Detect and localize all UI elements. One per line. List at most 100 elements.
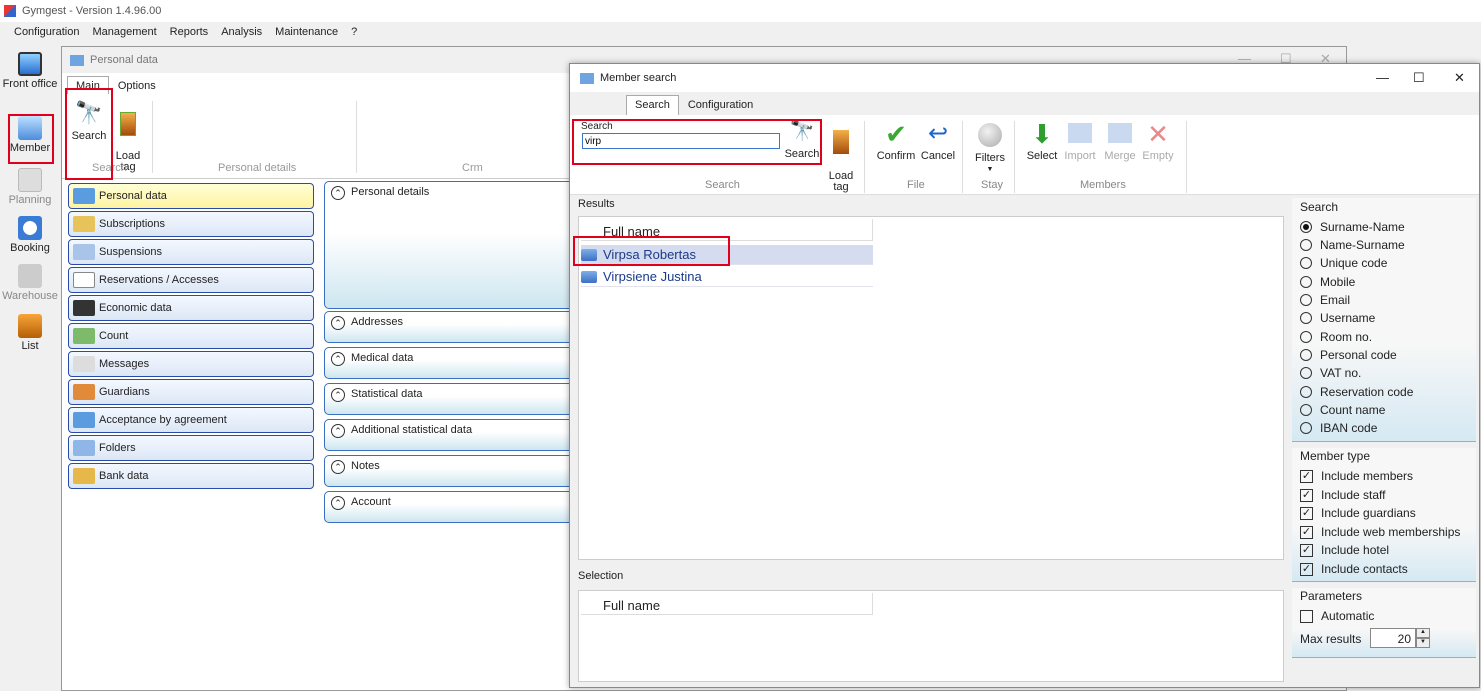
radio-icon <box>1300 422 1312 434</box>
section-notes[interactable]: ⌃ Notes <box>324 455 584 487</box>
selection-list[interactable]: Full name <box>578 590 1284 682</box>
checkbox-empty-icon <box>1300 609 1313 623</box>
nav-personal-data[interactable]: Personal data <box>68 183 314 209</box>
tab-main[interactable]: Main <box>67 76 109 94</box>
radio-personal-code[interactable]: Personal code <box>1300 348 1397 362</box>
search-field-label: Search <box>581 121 613 132</box>
section-medical-data[interactable]: ⌃ Medical data <box>324 347 584 379</box>
launcher-member[interactable]: Member <box>0 116 60 154</box>
max-results-input[interactable]: 20 <box>1370 628 1416 648</box>
stethoscope-icon <box>73 440 95 456</box>
member-card-icon <box>581 248 597 261</box>
nav-bank-data[interactable]: Bank data <box>68 463 314 489</box>
section-addresses[interactable]: ⌃ Addresses <box>324 311 584 343</box>
result-row[interactable]: Virpsiene Justina <box>581 267 873 287</box>
menu-help[interactable]: ? <box>351 26 357 38</box>
search-button[interactable]: 🔭 Search <box>784 119 820 160</box>
minimize-icon[interactable]: — <box>1376 70 1389 85</box>
ribbon-separator <box>152 101 153 173</box>
filters-button[interactable]: Filters ▼ <box>972 119 1008 175</box>
app-icon <box>4 5 16 17</box>
checkbox-include-guardians[interactable]: ✓ Include guardians <box>1300 506 1416 520</box>
radio-icon <box>1300 367 1312 379</box>
search-input[interactable] <box>582 133 780 149</box>
result-row[interactable]: Virpsa Robertas <box>581 245 873 265</box>
nav-folders[interactable]: Folders <box>68 435 314 461</box>
member-type-label: Member type <box>1300 449 1371 463</box>
member-search-ribbon: Search 🔭 Search Load tag ✔ Confirm ↩ Can… <box>570 115 1479 195</box>
radio-icon <box>1300 257 1312 269</box>
bank-icon <box>73 468 95 484</box>
section-statistical-data[interactable]: ⌃ Statistical data <box>324 383 584 415</box>
checkbox-include-web-memberships[interactable]: ✓ Include web memberships <box>1300 525 1460 539</box>
selection-label: Selection <box>578 570 624 582</box>
cancel-button[interactable]: ↩ Cancel <box>920 119 956 162</box>
checkbox-include-hotel[interactable]: ✓ Include hotel <box>1300 543 1389 557</box>
nav-suspensions[interactable]: Suspensions <box>68 239 314 265</box>
group-label-members: Members <box>1080 179 1126 191</box>
tab-search[interactable]: Search <box>626 95 679 115</box>
menu-management[interactable]: Management <box>92 26 156 38</box>
empty-button[interactable]: ✕ Empty <box>1140 119 1176 162</box>
search-options-label: Search <box>1300 200 1339 214</box>
radio-room-no[interactable]: Room no. <box>1300 330 1372 344</box>
import-button[interactable]: Import <box>1062 119 1098 162</box>
confirm-button[interactable]: ✔ Confirm <box>874 119 918 162</box>
radio-iban-code[interactable]: IBAN code <box>1300 421 1377 435</box>
id-card-icon <box>73 188 95 204</box>
checkbox-include-contacts[interactable]: ✓ Include contacts <box>1300 562 1408 576</box>
menu-maintenance[interactable]: Maintenance <box>275 26 338 38</box>
maximize-icon[interactable]: ☐ <box>1413 70 1425 86</box>
nav-acceptance-by-agreement[interactable]: Acceptance by agreement <box>68 407 314 433</box>
ribbon-separator <box>1186 121 1187 193</box>
column-full-name[interactable]: Full name <box>603 224 660 239</box>
checkbox-include-members[interactable]: ✓ Include members <box>1300 469 1413 483</box>
radio-mobile[interactable]: Mobile <box>1300 275 1355 289</box>
collapse-icon: ⌃ <box>331 424 345 438</box>
radio-name-surname[interactable]: Name-Surname <box>1300 238 1405 252</box>
launcher-planning[interactable]: Planning <box>0 168 60 206</box>
nav-guardians[interactable]: Guardians <box>68 379 314 405</box>
radio-email[interactable]: Email <box>1300 293 1350 307</box>
launcher-warehouse[interactable]: Warehouse <box>0 264 60 302</box>
select-button[interactable]: ⬇ Select <box>1024 119 1060 162</box>
menu-analysis[interactable]: Analysis <box>221 26 262 38</box>
launcher-front-office[interactable]: Front office <box>0 52 60 90</box>
radio-reservation-code[interactable]: Reservation code <box>1300 385 1413 399</box>
ribbon-separator <box>864 121 865 193</box>
collapse-icon: ⌃ <box>331 460 345 474</box>
collapse-icon: ⌃ <box>331 496 345 510</box>
section-additional-statistical-data[interactable]: ⌃ Additional statistical data <box>324 419 584 451</box>
spin-up-icon[interactable]: ▲ <box>1416 628 1430 638</box>
radio-count-name[interactable]: Count name <box>1300 403 1385 417</box>
menu-bar: Configuration Management Reports Analysi… <box>0 22 1040 42</box>
nav-messages[interactable]: Messages <box>68 351 314 377</box>
section-account[interactable]: ⌃ Account <box>324 491 584 523</box>
merge-button[interactable]: Merge <box>1102 119 1138 162</box>
menu-configuration[interactable]: Configuration <box>14 26 79 38</box>
close-icon[interactable]: ✕ <box>1454 70 1465 86</box>
nav-subscriptions[interactable]: Subscriptions <box>68 211 314 237</box>
nav-reservations-accesses[interactable]: Reservations / Accesses <box>68 267 314 293</box>
section-personal-details[interactable]: ⌃ Personal details <box>324 181 584 309</box>
launcher-list[interactable]: List <box>0 314 60 352</box>
search-button[interactable]: 🔭 Search <box>70 101 108 142</box>
radio-surname-name[interactable]: Surname-Name <box>1300 220 1405 234</box>
menu-reports[interactable]: Reports <box>170 26 209 38</box>
binoculars-icon: 🔭 <box>789 120 815 142</box>
nav-count[interactable]: Count <box>68 323 314 349</box>
column-full-name[interactable]: Full name <box>603 598 660 613</box>
radio-unique-code[interactable]: Unique code <box>1300 256 1387 270</box>
checkbox-automatic[interactable]: Automatic <box>1300 609 1374 623</box>
spin-down-icon[interactable]: ▼ <box>1416 638 1430 648</box>
window-icon <box>70 54 84 66</box>
results-list[interactable]: Full name Virpsa Robertas Virpsiene Just… <box>578 216 1284 560</box>
radio-username[interactable]: Username <box>1300 311 1375 325</box>
load-tag-button[interactable]: Load tag <box>826 119 856 193</box>
tab-configuration[interactable]: Configuration <box>679 95 762 115</box>
checkbox-include-staff[interactable]: ✓ Include staff <box>1300 488 1386 502</box>
nav-economic-data[interactable]: Economic data <box>68 295 314 321</box>
launcher-booking[interactable]: Booking <box>0 216 60 254</box>
tab-options[interactable]: Options <box>109 76 165 94</box>
radio-vat-no[interactable]: VAT no. <box>1300 366 1361 380</box>
